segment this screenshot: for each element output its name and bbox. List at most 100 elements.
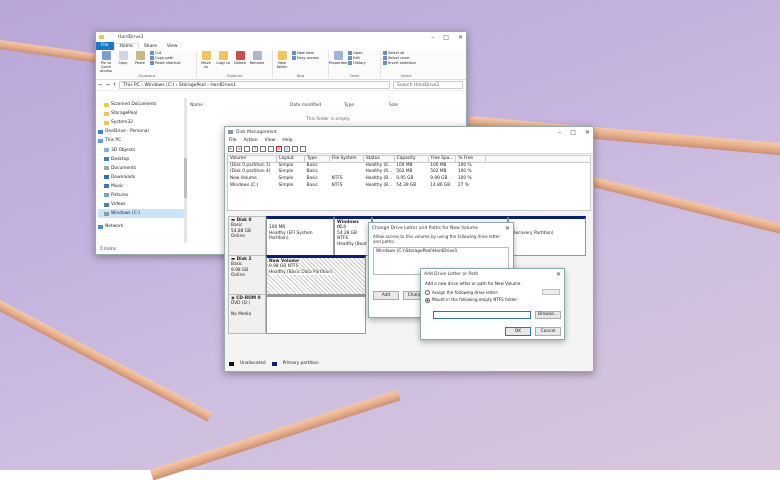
col-status[interactable]: Status: [363, 155, 395, 163]
properties-icon[interactable]: [292, 146, 298, 152]
copy-path-button[interactable]: Copy path: [150, 56, 181, 60]
open-button[interactable]: Open: [348, 51, 366, 55]
mount-folder-option[interactable]: Mount in the following empty NTFS folder…: [421, 296, 564, 304]
tab-view[interactable]: View: [162, 44, 183, 49]
menu-help[interactable]: Help: [282, 138, 292, 144]
back-icon[interactable]: ←: [228, 146, 234, 152]
select-all-button[interactable]: Select all: [383, 51, 416, 55]
invert-selection-button[interactable]: Invert selection: [383, 61, 416, 65]
more-icon[interactable]: [300, 146, 306, 152]
select-none-button[interactable]: Select none: [383, 56, 416, 60]
paste-shortcut-button[interactable]: Paste shortcut: [150, 61, 181, 65]
search-input[interactable]: Search HardDrive1: [393, 81, 463, 89]
table-row[interactable]: New Volume Simple Basic NTFS Healthy (B... 9.…: [228, 175, 591, 182]
radio-assign-letter[interactable]: [425, 289, 430, 295]
nav-item[interactable]: Desktop: [98, 155, 184, 164]
tab-file[interactable]: File: [96, 42, 114, 50]
close-button[interactable]: ✕: [458, 34, 463, 41]
radio-mount-folder[interactable]: [425, 297, 430, 303]
folder-path-input[interactable]: [433, 311, 531, 319]
cancel-button[interactable]: Cancel: [535, 327, 561, 336]
menu-bar: File Action View Help: [225, 137, 593, 145]
new-volume-partition[interactable]: New Volume 9.98 GB NTFS Healthy (Basic D…: [266, 255, 366, 295]
col-percent-free[interactable]: % Free: [455, 155, 487, 163]
nav-item-selected[interactable]: Windows (C:): [98, 209, 184, 219]
forward-icon[interactable]: →: [236, 146, 242, 152]
delete-icon[interactable]: ✕: [276, 146, 282, 152]
nav-item[interactable]: Downloads: [98, 173, 184, 182]
windows-partition[interactable]: Windows (C:) 54.28 GB NTFS Healthy (Boot: [334, 216, 372, 256]
check-icon[interactable]: ✓: [284, 146, 290, 152]
column-type[interactable]: Type: [344, 103, 389, 108]
menu-action[interactable]: Action: [244, 138, 258, 144]
nav-item[interactable]: Documents: [98, 164, 184, 173]
col-type[interactable]: Type: [304, 155, 330, 163]
cdrom-label[interactable]: ◉ CD-ROM 0 DVD (D:) No Media: [228, 294, 266, 334]
view-icon[interactable]: [260, 146, 266, 152]
properties-icon: [333, 51, 343, 60]
column-size[interactable]: Size: [389, 103, 429, 108]
tab-share[interactable]: Share: [139, 44, 162, 49]
nav-item[interactable]: System32: [98, 118, 184, 127]
nav-item[interactable]: Scanned Documents: [98, 100, 184, 109]
nav-item[interactable]: StoragePool: [98, 109, 184, 118]
col-capacity[interactable]: Capacity: [394, 155, 429, 163]
minimize-button[interactable]: –: [431, 34, 434, 41]
menu-view[interactable]: View: [265, 138, 276, 144]
close-button[interactable]: ✕: [556, 271, 561, 278]
table-row[interactable]: (Disk 0 partition 4) Simple Basic Healthy (…: [228, 169, 591, 176]
easy-access-button[interactable]: Easy access: [292, 56, 319, 60]
nav-item[interactable]: Music: [98, 182, 184, 191]
forward-icon[interactable]: →: [106, 83, 110, 88]
table-row[interactable]: Windows (C:) Simple Basic NTFS Healthy (B...…: [228, 182, 591, 189]
col-filesystem[interactable]: File System: [329, 155, 364, 163]
col-free[interactable]: Free Spa...: [428, 155, 457, 163]
col-layout[interactable]: Layout: [276, 155, 305, 163]
nav-item[interactable]: 3D Objects: [98, 145, 184, 154]
new-item-button[interactable]: New item: [292, 51, 319, 55]
nav-item[interactable]: Videos: [98, 200, 184, 209]
column-date[interactable]: Date modified: [290, 103, 344, 108]
documents-icon: [104, 166, 109, 171]
cut-button[interactable]: Cut: [150, 51, 181, 55]
maximize-button[interactable]: □: [443, 34, 449, 41]
help-icon[interactable]: ?: [252, 146, 258, 152]
connect-icon[interactable]: [268, 146, 274, 152]
pin-icon: [101, 51, 111, 60]
close-button[interactable]: ✕: [585, 129, 590, 136]
edit-button[interactable]: Edit: [348, 56, 366, 60]
tab-home[interactable]: Home: [113, 43, 139, 49]
menu-file[interactable]: File: [229, 138, 237, 144]
ok-button[interactable]: OK: [505, 327, 531, 336]
nav-item[interactable]: This PC: [98, 136, 184, 145]
nav-item[interactable]: Network: [98, 222, 184, 231]
empty-folder-text: This folder is empty.: [306, 117, 351, 122]
disk-2-label[interactable]: ▬ Disk 2 Basic 9.98 GB Online: [228, 255, 266, 295]
column-name[interactable]: Name: [190, 103, 290, 108]
col-volume[interactable]: Volume: [227, 155, 277, 163]
table-header: Volume Layout Type File System Status Ca…: [227, 155, 591, 163]
close-button[interactable]: ✕: [505, 225, 510, 232]
list-icon[interactable]: [244, 146, 250, 152]
nav-item[interactable]: OneDrive - Personal: [98, 127, 184, 136]
nav-scrollbar[interactable]: [184, 98, 187, 243]
efi-partition[interactable]: 100 MB Healthy (EFI System Partition): [266, 216, 334, 256]
up-icon[interactable]: ↑: [113, 83, 117, 88]
table-row[interactable]: (Disk 0 partition 1) Simple Basic Healthy (…: [228, 162, 591, 169]
history-button[interactable]: History: [348, 61, 366, 65]
dialog-title: Add Drive Letter or Path: [424, 271, 479, 277]
back-icon[interactable]: ←: [99, 83, 103, 88]
add-button[interactable]: Add: [373, 291, 399, 300]
path-item[interactable]: Windows (C:)\StoragePool\HardDrive1: [376, 249, 457, 254]
drive-letter-dropdown[interactable]: [542, 289, 560, 295]
browse-button[interactable]: Browse...: [535, 311, 561, 319]
address-bar[interactable]: This PC › Windows (C:) › StoragePool › H…: [119, 81, 390, 89]
maximize-button[interactable]: □: [570, 129, 576, 136]
recovery-partition[interactable]: (Recovery Partition): [508, 216, 586, 256]
disk-0-label[interactable]: ▬ Disk 0 Basic 54.88 GB Online: [228, 216, 266, 256]
copy-icon: [118, 51, 128, 60]
assign-letter-option[interactable]: Assign the following drive letter:: [421, 288, 564, 296]
minimize-button[interactable]: –: [558, 129, 561, 136]
downloads-icon: [104, 175, 109, 180]
nav-item[interactable]: Pictures: [98, 191, 184, 200]
